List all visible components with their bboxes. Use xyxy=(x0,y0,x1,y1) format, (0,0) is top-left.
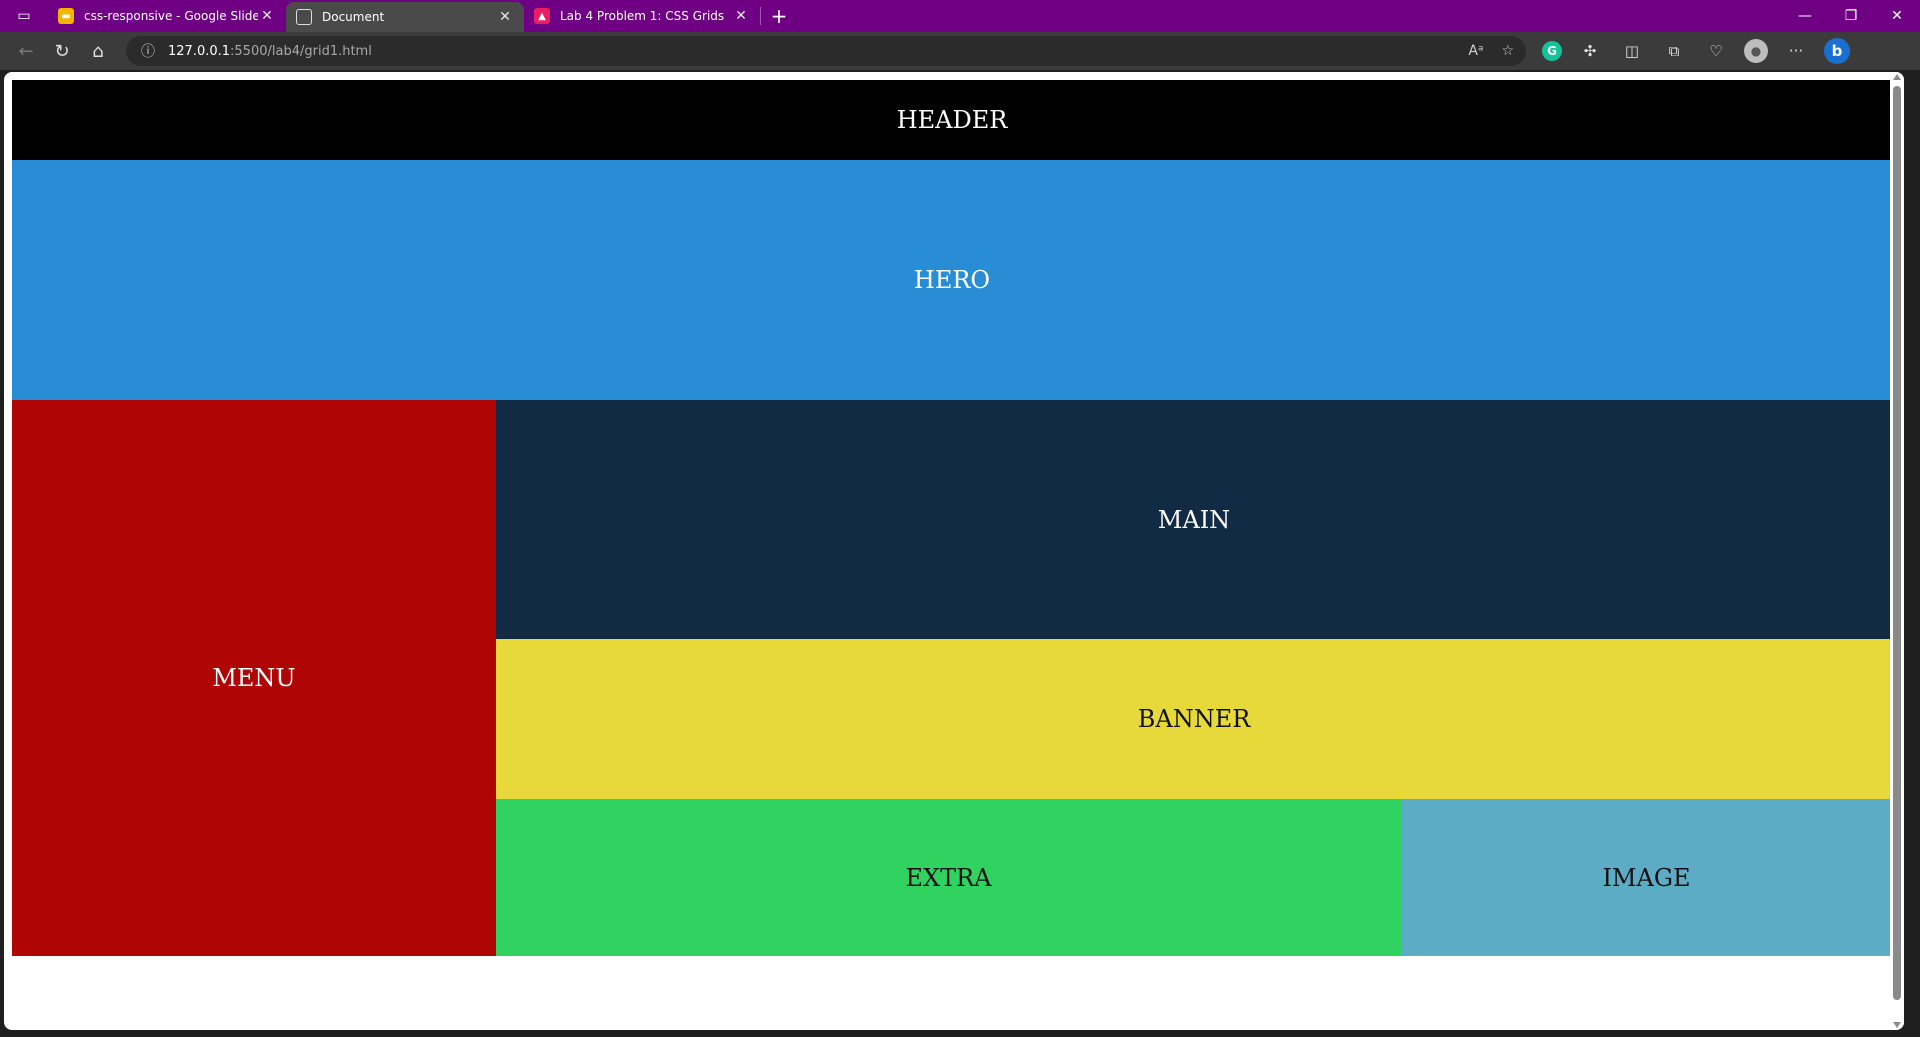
extensions-icon[interactable]: ✣ xyxy=(1576,37,1604,65)
new-tab-icon[interactable]: + xyxy=(761,0,797,32)
main-label: MAIN xyxy=(1157,505,1231,534)
grid-header: HEADER xyxy=(12,80,1892,160)
slides-icon: ▬ xyxy=(58,8,74,24)
browser-titlebar: ▭ ▬ css-responsive - Google Slides ✕ Doc… xyxy=(0,0,1920,32)
tab-document[interactable]: Document ✕ xyxy=(286,2,524,32)
tab-title: Document xyxy=(322,10,385,24)
address-icons: Aᵃ ☆ xyxy=(1468,43,1514,59)
extra-label: EXTRA xyxy=(905,863,992,892)
document-icon xyxy=(296,9,312,25)
site-info-icon[interactable]: ⓘ xyxy=(138,41,158,61)
close-icon[interactable]: ✕ xyxy=(258,8,276,24)
scroll-up-icon[interactable] xyxy=(1893,74,1901,80)
vertical-scrollbar[interactable] xyxy=(1890,72,1904,1030)
tab-title: css-responsive - Google Slides xyxy=(84,9,258,23)
banner-label: BANNER xyxy=(1137,705,1251,733)
bing-copilot-icon[interactable]: b xyxy=(1824,38,1850,64)
profile-avatar-icon[interactable]: ● xyxy=(1744,39,1768,63)
tab-title: Lab 4 Problem 1: CSS Grids xyxy=(560,9,725,23)
more-options-icon[interactable]: ··· xyxy=(1782,37,1810,65)
read-aloud-icon[interactable]: Aᵃ xyxy=(1468,43,1483,59)
split-screen-icon[interactable]: ◫ xyxy=(1618,37,1646,65)
browser-toolbar: ← ↻ ⌂ ⓘ 127.0.0.1:5500/lab4/grid1.html A… xyxy=(0,32,1920,70)
header-label: HEADER xyxy=(896,106,1008,134)
grammarly-icon[interactable]: G xyxy=(1542,41,1562,61)
tab-actions-icon[interactable]: ▭ xyxy=(0,0,48,32)
image-label: IMAGE xyxy=(1602,863,1691,892)
browser-essentials-icon[interactable]: ♡ xyxy=(1702,37,1730,65)
menu-label: MENU xyxy=(212,664,296,692)
url-path: :5500/lab4/grid1.html xyxy=(230,43,372,59)
close-icon[interactable]: ✕ xyxy=(732,8,750,24)
toolbar-icons: G ✣ ◫ ⧉ ♡ ● ··· b xyxy=(1542,37,1850,65)
scroll-down-icon[interactable] xyxy=(1893,1022,1901,1028)
tab-google-slides[interactable]: ▬ css-responsive - Google Slides ✕ xyxy=(48,0,286,32)
collections-icon[interactable]: ⧉ xyxy=(1660,37,1688,65)
window-controls: — ❐ ✕ xyxy=(1782,0,1920,32)
hero-label: HERO xyxy=(913,266,991,294)
css-grid-layout: HEADER HERO MENU MAIN BANNER EXTRA IMAGE xyxy=(12,80,1892,956)
tab-lab4[interactable]: ▲ Lab 4 Problem 1: CSS Grids ✕ xyxy=(524,0,760,32)
address-bar[interactable]: ⓘ 127.0.0.1:5500/lab4/grid1.html Aᵃ ☆ xyxy=(126,36,1526,66)
page-viewport: HEADER HERO MENU MAIN BANNER EXTRA IMAGE xyxy=(4,72,1904,1030)
grid-banner: BANNER xyxy=(496,639,1892,799)
close-icon[interactable]: ✕ xyxy=(496,9,514,25)
grid-hero: HERO xyxy=(12,160,1892,400)
grid-main: MAIN xyxy=(496,400,1892,639)
close-window-icon[interactable]: ✕ xyxy=(1874,0,1920,32)
grid-menu: MENU xyxy=(12,400,496,956)
image-icon: ▲ xyxy=(534,8,550,24)
back-icon[interactable]: ← xyxy=(8,36,44,66)
minimize-icon[interactable]: — xyxy=(1782,0,1828,32)
favorite-star-icon[interactable]: ☆ xyxy=(1501,43,1514,59)
refresh-icon[interactable]: ↻ xyxy=(44,36,80,66)
url-host: 127.0.0.1 xyxy=(168,43,231,59)
grid-image: IMAGE xyxy=(1401,799,1892,956)
grid-extra: EXTRA xyxy=(496,799,1401,956)
home-icon[interactable]: ⌂ xyxy=(80,36,116,66)
restore-icon[interactable]: ❐ xyxy=(1828,0,1874,32)
scrollbar-thumb[interactable] xyxy=(1893,86,1901,1000)
